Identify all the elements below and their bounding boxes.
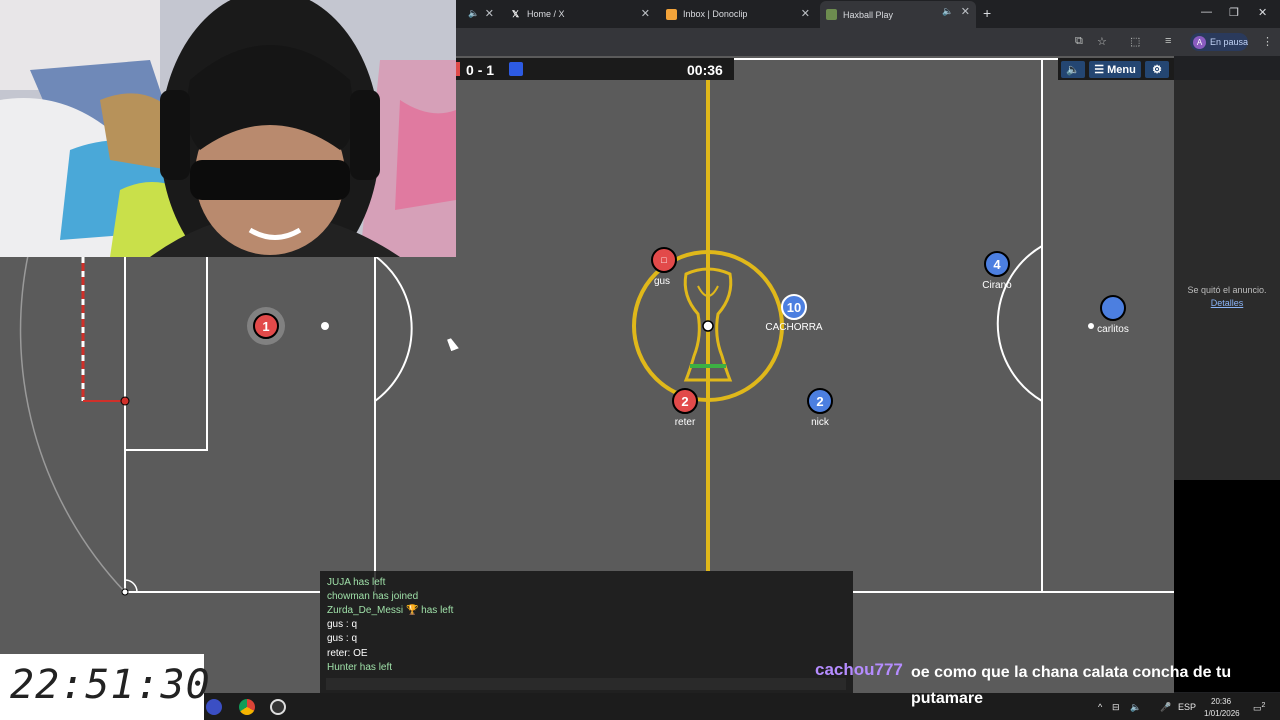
- player-blue-cirano: 4: [984, 251, 1010, 277]
- chrome-icon[interactable]: [239, 699, 255, 715]
- player-blue-10: 10: [781, 294, 807, 320]
- haxball-icon: [826, 9, 837, 20]
- speaker-icon: 🔈: [468, 8, 480, 18]
- ad-details-link[interactable]: Detalles: [1174, 298, 1280, 308]
- game-timer: 00:36: [687, 62, 723, 78]
- trophy-icon: 🏆: [405, 605, 419, 616]
- red-team-marker: [456, 62, 460, 76]
- menu-icon: ☰: [1094, 64, 1105, 76]
- score: 0 - 1: [466, 62, 495, 78]
- tab-haxball[interactable]: Haxball Play 🔈 ✕: [820, 1, 976, 28]
- ad-removed-text: Se quitó el anuncio.: [1187, 285, 1267, 295]
- player-name-carlitos: carlitos: [1097, 324, 1129, 335]
- game-chat: [320, 571, 853, 693]
- player-red-reter: 2: [672, 388, 698, 414]
- gear-icon: ⚙: [1152, 64, 1162, 76]
- new-tab-button[interactable]: +: [983, 5, 991, 21]
- kebab-menu-icon[interactable]: ⋮: [1262, 35, 1273, 48]
- close-window-button[interactable]: ✕: [1258, 6, 1267, 19]
- stream-clock: 22:51:30: [10, 662, 211, 708]
- chat-line: gus : q: [327, 633, 358, 644]
- chat-line: Zurda_De_Messi 🏆 has left: [327, 605, 454, 616]
- chat-line: Hunter has left: [327, 662, 393, 673]
- chat-line: JUJA has left: [327, 577, 386, 588]
- speaker-icon: 🔈: [942, 6, 954, 16]
- tab-donoclip[interactable]: Inbox | Donoclip ✕: [660, 3, 816, 25]
- tab-bar: 🔈 ✕ 𝕏 Home / X ✕ Inbox | Donoclip ✕ Haxb…: [456, 0, 1280, 28]
- close-icon[interactable]: ✕: [801, 7, 810, 20]
- obs-icon[interactable]: [270, 699, 286, 715]
- close-icon[interactable]: ✕: [485, 7, 494, 20]
- tab-x[interactable]: 𝕏 Home / X ✕: [502, 3, 656, 25]
- blue-team-marker: [509, 62, 523, 76]
- chat-line: chowman has joined: [327, 591, 419, 602]
- media-icon[interactable]: ≡: [1165, 35, 1171, 47]
- player-blue-carlitos: [1100, 295, 1126, 321]
- close-icon[interactable]: ✕: [961, 5, 970, 18]
- menu-button[interactable]: ☰ Menu: [1089, 61, 1141, 78]
- player-name-reter: reter: [674, 417, 696, 428]
- stream-chat-username: cachou777: [815, 660, 903, 679]
- player-name-cachorra: CACHORRA: [765, 322, 823, 333]
- tab-partial[interactable]: 🔈 ✕: [456, 3, 500, 25]
- profile-paused-button[interactable]: A En pausa: [1190, 33, 1248, 51]
- chat-line: gus : q: [327, 619, 358, 630]
- player-name-nick: nick: [811, 417, 829, 428]
- star-icon[interactable]: ☆: [1097, 35, 1107, 48]
- address-bar-area: [456, 28, 1280, 56]
- player-name-gus: gus: [653, 276, 671, 287]
- player-red-1: 1: [253, 313, 279, 339]
- minimize-button[interactable]: —: [1201, 6, 1212, 18]
- extensions-icon[interactable]: ⬚: [1130, 35, 1140, 48]
- webcam-feed: [0, 0, 456, 257]
- settings-button[interactable]: ⚙: [1145, 61, 1169, 78]
- player-red-gus: □: [651, 247, 677, 273]
- translate-icon[interactable]: ⧉: [1075, 35, 1083, 48]
- notification-icon[interactable]: ▭2: [1253, 702, 1265, 714]
- sound-button[interactable]: 🔈: [1061, 61, 1085, 78]
- x-logo-icon: 𝕏: [511, 8, 520, 19]
- player-blue-nick: 2: [807, 388, 833, 414]
- chat-input[interactable]: [326, 678, 846, 690]
- speaker-icon: 🔈: [1066, 64, 1080, 76]
- chat-line: reter: OE: [327, 648, 368, 659]
- donoclip-icon: [666, 8, 677, 20]
- avatar: A: [1193, 35, 1206, 49]
- close-icon[interactable]: ✕: [641, 7, 650, 20]
- stream-chat-message: oe como que la chana calata concha de tu…: [911, 664, 1232, 707]
- player-name-cirano: Cirano: [982, 280, 1012, 291]
- restore-button[interactable]: ❐: [1229, 6, 1239, 19]
- ad-panel: [1174, 80, 1280, 480]
